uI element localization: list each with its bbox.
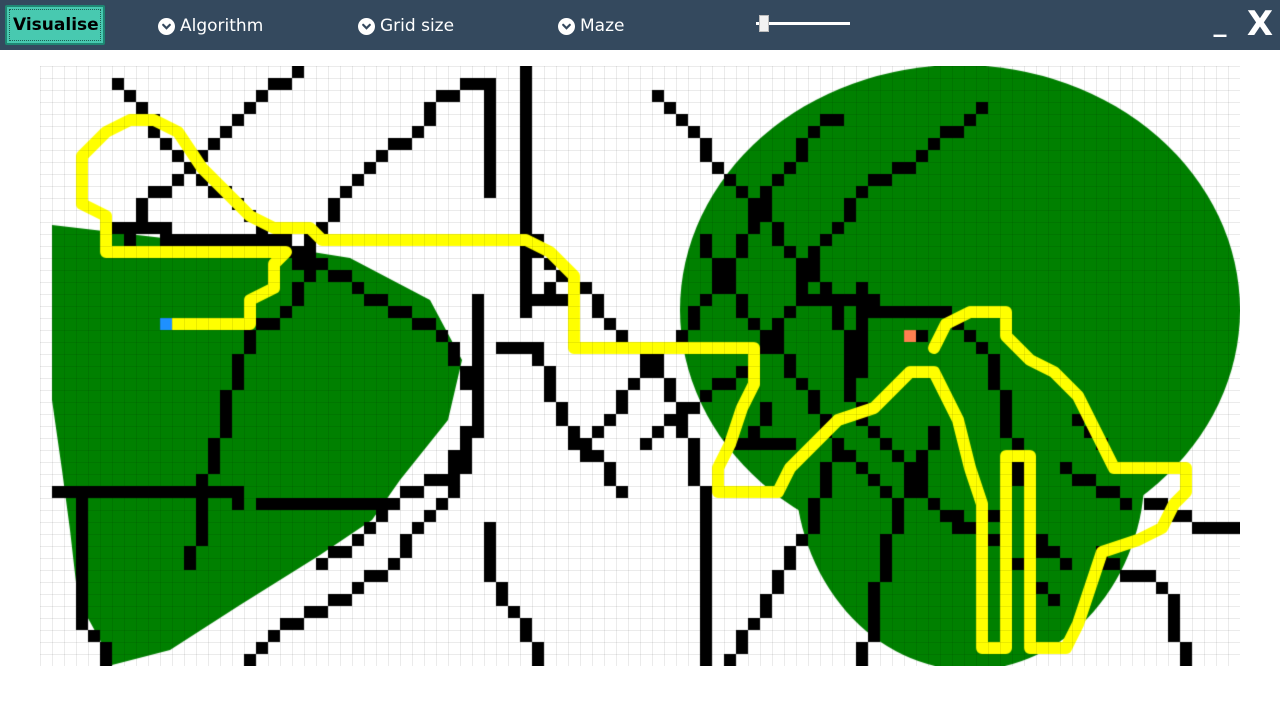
slider-track <box>756 22 850 25</box>
algorithm-label: Algorithm <box>180 16 264 36</box>
grid-size-dropdown[interactable]: Grid size <box>358 13 454 39</box>
speed-slider[interactable] <box>752 14 854 34</box>
close-button[interactable]: X <box>1245 4 1275 44</box>
chevron-down-icon <box>358 17 375 35</box>
grid-size-label: Grid size <box>380 16 455 36</box>
minimize-button[interactable]: _ <box>1210 8 1230 44</box>
algorithm-dropdown[interactable]: Algorithm <box>158 13 263 39</box>
maze-label: Maze <box>580 16 625 36</box>
grid-canvas[interactable] <box>40 66 1240 666</box>
maze-dropdown[interactable]: Maze <box>558 13 624 39</box>
visualise-button[interactable]: Visualise <box>5 5 105 45</box>
chevron-down-icon <box>158 17 175 35</box>
pathfinding-grid[interactable] <box>40 66 1240 666</box>
chevron-down-icon <box>558 17 575 35</box>
toolbar: Visualise Algorithm Grid size Maze _ X <box>0 0 1280 50</box>
slider-thumb[interactable] <box>759 15 770 32</box>
